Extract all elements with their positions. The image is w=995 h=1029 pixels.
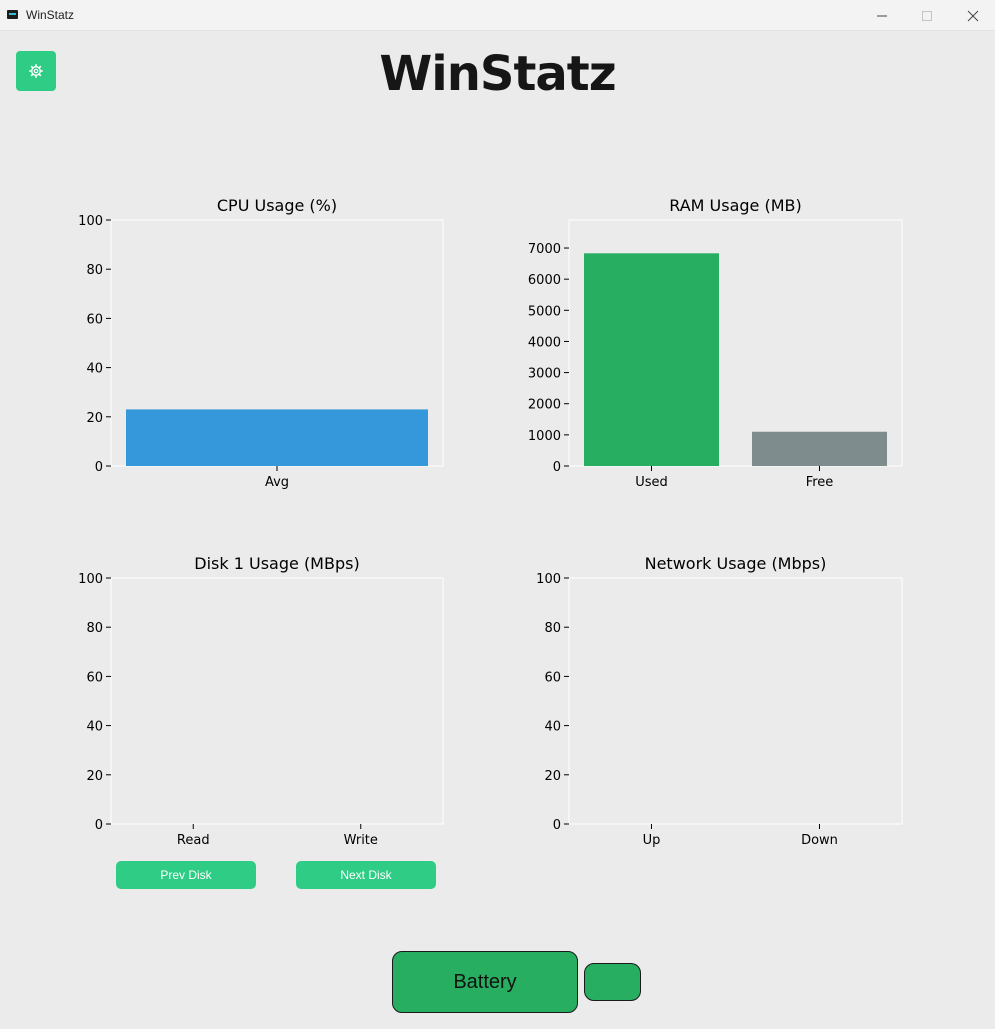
- cpu-y-tick-label: 20: [86, 411, 103, 426]
- ram-x-tick-label: Used: [635, 475, 668, 490]
- cpu-y-tick-label: 60: [86, 312, 103, 327]
- cpu-y-tick-label: 80: [86, 263, 103, 278]
- ram-bar-free: [752, 431, 887, 466]
- next-disk-button[interactable]: Next Disk: [296, 861, 436, 889]
- disk-chart-title: Disk 1 Usage (MBps): [194, 554, 359, 573]
- net-y-tick-label: 80: [544, 621, 561, 636]
- disk-y-tick-label: 20: [86, 769, 103, 784]
- net-x-tick-label: Down: [801, 833, 838, 848]
- net-y-tick-label: 100: [536, 572, 561, 587]
- cpu-y-tick-label: 0: [95, 460, 103, 475]
- disk-y-tick-label: 100: [78, 572, 103, 587]
- net-y-tick-label: 20: [544, 769, 561, 784]
- disk-y-tick-label: 0: [95, 818, 103, 833]
- ram-chart-title: RAM Usage (MB): [669, 196, 802, 215]
- net-x-tick-label: Up: [643, 833, 661, 848]
- net-y-tick-label: 40: [544, 720, 561, 735]
- disk-plot-area: [110, 577, 444, 825]
- ram-y-tick-label: 1000: [528, 429, 561, 444]
- cpu-chart-title: CPU Usage (%): [217, 196, 337, 215]
- disk-y-tick-label: 60: [86, 670, 103, 685]
- battery-label: Battery: [453, 970, 517, 993]
- ram-y-tick-label: 4000: [528, 335, 561, 350]
- cpu-x-tick-label: Avg: [265, 475, 289, 490]
- cpu-bar-avg: [126, 409, 428, 466]
- net-chart-title: Network Usage (Mbps): [645, 554, 827, 573]
- ram-y-tick-label: 6000: [528, 273, 561, 288]
- disk-y-tick-label: 80: [86, 621, 103, 636]
- ram-y-tick-label: 0: [553, 460, 561, 475]
- disk-x-tick-label: Read: [177, 833, 210, 848]
- disk-x-tick-label: Write: [344, 833, 378, 848]
- ram-bar-used: [584, 253, 719, 466]
- ram-y-tick-label: 5000: [528, 304, 561, 319]
- battery-button[interactable]: Battery: [392, 951, 578, 1013]
- ram-x-tick-label: Free: [806, 475, 834, 490]
- net-plot-area: [568, 577, 903, 825]
- net-y-tick-label: 60: [544, 670, 561, 685]
- ram-y-tick-label: 7000: [528, 242, 561, 257]
- ram-y-tick-label: 3000: [528, 367, 561, 382]
- disk-y-tick-label: 40: [86, 720, 103, 735]
- cpu-y-tick-label: 40: [86, 362, 103, 377]
- net-y-tick-label: 0: [553, 818, 561, 833]
- prev-disk-button[interactable]: Prev Disk: [116, 861, 256, 889]
- battery-terminal[interactable]: [584, 963, 641, 1001]
- cpu-y-tick-label: 100: [78, 214, 103, 229]
- ram-y-tick-label: 2000: [528, 398, 561, 413]
